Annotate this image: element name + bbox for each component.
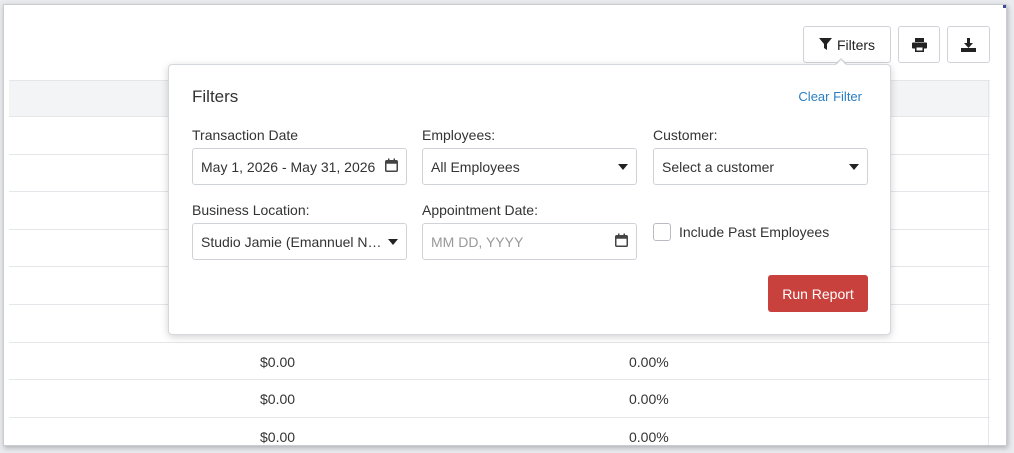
table-row: $0.00 0.00% bbox=[9, 380, 990, 418]
print-icon bbox=[911, 37, 927, 52]
table-border bbox=[988, 80, 989, 445]
chevron-down-icon bbox=[618, 163, 628, 170]
include-past-employees-checkbox[interactable] bbox=[653, 223, 671, 241]
report-window: Filters $0.00 0.00% $0.00 0.00% $0.00 0.… bbox=[3, 4, 1007, 446]
customer-label: Customer: bbox=[653, 127, 718, 143]
percent-cell: 0.00% bbox=[629, 391, 669, 408]
calendar-icon bbox=[615, 233, 628, 250]
table-row: $0.00 0.00% bbox=[9, 418, 990, 445]
transaction-date-value: May 1, 2026 - May 31, 2026 bbox=[201, 158, 376, 175]
chevron-down-icon bbox=[849, 163, 859, 170]
employees-value: All Employees bbox=[431, 158, 520, 175]
appointment-date-field[interactable]: MM DD, YYYY bbox=[422, 223, 637, 260]
download-button[interactable] bbox=[947, 26, 990, 63]
amount-cell: $0.00 bbox=[260, 353, 296, 370]
clear-filter-link[interactable]: Clear Filter bbox=[798, 89, 862, 104]
amount-cell: $0.00 bbox=[260, 391, 296, 408]
customer-select[interactable]: Select a customer bbox=[653, 148, 868, 185]
employees-select[interactable]: All Employees bbox=[422, 148, 637, 185]
popover-arrow-fill bbox=[835, 60, 847, 66]
filter-icon bbox=[818, 38, 832, 51]
business-location-value: Studio Jamie (Emannuel Nev... bbox=[201, 233, 382, 250]
business-location-label: Business Location: bbox=[192, 202, 310, 218]
transaction-date-field[interactable]: May 1, 2026 - May 31, 2026 bbox=[192, 148, 407, 185]
filters-title: Filters bbox=[192, 87, 239, 106]
run-report-button[interactable]: Run Report bbox=[768, 275, 868, 312]
window-corner-accent bbox=[1003, 5, 1006, 8]
download-icon bbox=[961, 37, 976, 52]
chevron-down-icon bbox=[388, 238, 398, 245]
employees-label: Employees: bbox=[422, 127, 496, 143]
business-location-select[interactable]: Studio Jamie (Emannuel Nev... bbox=[192, 223, 407, 260]
filters-popover: Filters Clear Filter Transaction Date Ma… bbox=[168, 64, 891, 335]
appointment-date-label: Appointment Date: bbox=[422, 202, 538, 218]
table-row: $0.00 0.00% bbox=[9, 343, 990, 381]
filters-button-label: Filters bbox=[836, 36, 876, 53]
include-past-employees-label: Include Past Employees bbox=[679, 224, 830, 240]
appointment-date-placeholder: MM DD, YYYY bbox=[431, 233, 524, 250]
calendar-icon bbox=[385, 158, 398, 175]
percent-cell: 0.00% bbox=[629, 353, 669, 370]
customer-placeholder: Select a customer bbox=[662, 158, 775, 175]
amount-cell: $0.00 bbox=[260, 428, 296, 445]
percent-cell: 0.00% bbox=[629, 428, 669, 445]
print-button[interactable] bbox=[898, 26, 940, 63]
transaction-date-label: Transaction Date bbox=[192, 127, 299, 143]
